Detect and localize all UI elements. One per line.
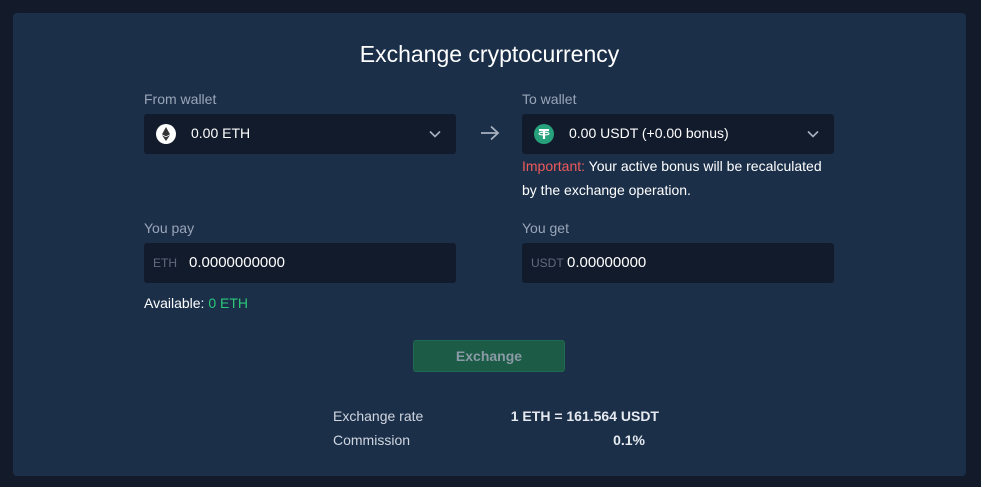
commission-value: 0.1% [613, 432, 645, 448]
notice-important-label: Important: [522, 158, 586, 174]
you-pay-label: You pay [144, 220, 195, 236]
to-wallet-select[interactable]: 0.00 USDT (+0.00 bonus) [522, 114, 834, 154]
available-label: Available: [144, 295, 205, 311]
you-get-label: You get [522, 220, 569, 236]
available-balance: Available: 0 ETH [144, 295, 248, 311]
available-value: 0 ETH [208, 295, 249, 311]
to-wallet-label: To wallet [522, 91, 577, 107]
you-get-unit: USDT [531, 256, 564, 270]
you-pay-input[interactable] [189, 254, 409, 271]
chevron-down-icon [806, 127, 820, 141]
tether-icon [534, 124, 554, 144]
you-pay-unit: ETH [153, 256, 177, 270]
from-wallet-label: From wallet [144, 91, 217, 107]
page-title: Exchange cryptocurrency [359, 41, 620, 67]
bonus-notice: Important: Your active bonus will be rec… [522, 154, 822, 202]
exchange-rate-value: 1 ETH = 161.564 USDT [510, 408, 659, 424]
from-wallet-select[interactable]: 0.00 ETH [144, 114, 456, 154]
exchange-button[interactable]: Exchange [413, 340, 565, 372]
to-wallet-value: 0.00 USDT (+0.00 bonus) [569, 125, 729, 141]
arrow-right-icon [479, 124, 501, 142]
you-get-input[interactable] [567, 254, 787, 271]
commission-label: Commission [333, 432, 411, 448]
exchange-rate-label: Exchange rate [333, 408, 424, 424]
you-pay-field[interactable]: ETH [144, 243, 456, 283]
chevron-down-icon [428, 127, 442, 141]
you-get-field[interactable]: USDT [522, 243, 834, 283]
from-wallet-value: 0.00 ETH [191, 125, 251, 141]
ethereum-icon [156, 124, 176, 144]
exchange-panel: Exchange cryptocurrency From wallet 0.00… [13, 13, 966, 476]
